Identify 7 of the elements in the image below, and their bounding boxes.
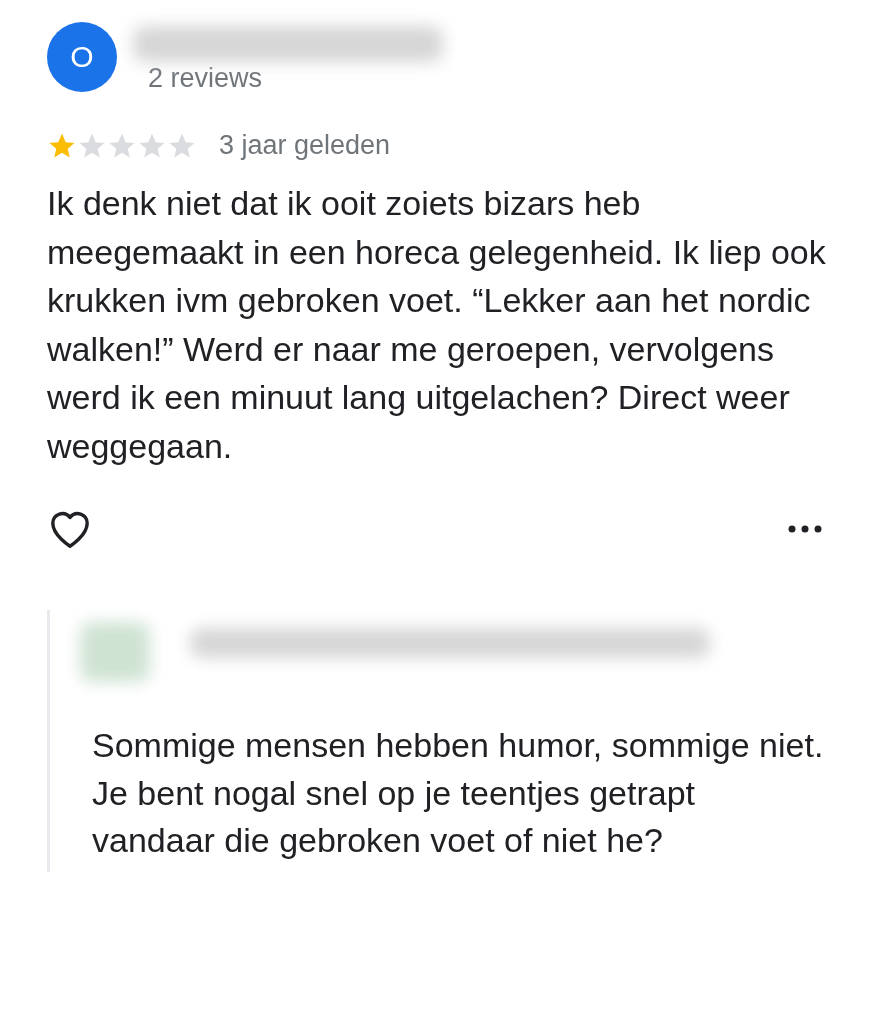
more-icon[interactable] (788, 525, 822, 533)
avatar: O (47, 22, 117, 92)
review-time: 3 jaar geleden (219, 130, 391, 161)
blurred-logo (80, 622, 150, 682)
review-count: 2 reviews (148, 66, 263, 90)
review-text: Ik denk niet dat ik ooit zoiets bizars heb meegemaakt in een horeca gelegenheid. Ik liep ook krukken ivm gebroken voet. “Lekker aan het nordic walken!” Werd er naar me geroepen, vervolgens werd ik een minuut lang uitgelachen? Direct weer weggegaan. (47, 183, 827, 467)
reply-text: Sommige mensen hebben humor, sommige niet. Je bent nogal snel op je teentjes getrapt vandaar die gebroken voet of niet he? (92, 725, 825, 861)
